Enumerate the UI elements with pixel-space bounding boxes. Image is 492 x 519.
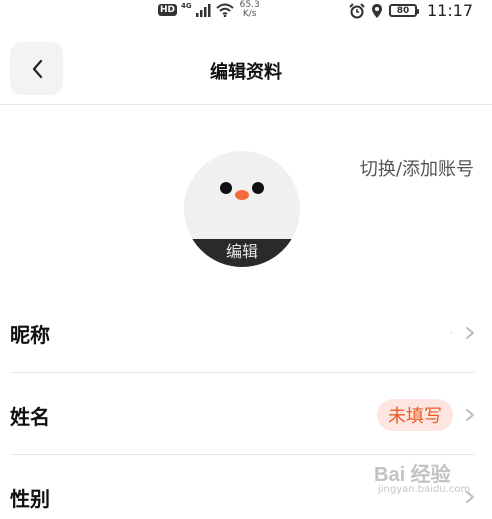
- row-divider: [10, 454, 475, 455]
- alarm-icon: [349, 2, 365, 18]
- row-name[interactable]: 姓名 未填写: [10, 393, 475, 437]
- row-value-nickname: ·: [449, 326, 475, 340]
- hd-badge: HD: [158, 4, 178, 16]
- row-divider: [10, 372, 475, 373]
- wifi-icon: [215, 3, 234, 17]
- nav-divider: [0, 104, 492, 105]
- row-label-name: 姓名: [10, 404, 50, 429]
- chevron-right-icon: [466, 491, 474, 503]
- row-value-gender: [453, 490, 475, 504]
- row-nickname[interactable]: 昵称 ·: [10, 311, 475, 355]
- row-label-nickname: 昵称: [10, 322, 50, 347]
- row-label-gender: 性别: [10, 486, 50, 511]
- status-bar: HD 4G 65.3 K/s 80 11:17: [0, 0, 492, 24]
- not-filled-badge: 未填写: [377, 399, 453, 431]
- signal-icon: [195, 4, 211, 17]
- avatar-edit-label[interactable]: 编辑: [184, 239, 300, 267]
- chevron-right-icon: [466, 327, 474, 339]
- speed-unit: K/s: [242, 9, 257, 19]
- nickname-value: ·: [449, 326, 453, 340]
- status-time: 11:17: [427, 1, 474, 20]
- avatar[interactable]: 编辑: [184, 151, 300, 267]
- chevron-right-icon: [466, 409, 474, 421]
- battery-indicator: 80: [389, 4, 419, 17]
- row-gender[interactable]: 性别: [10, 475, 475, 519]
- switch-account-link[interactable]: 切换/添加账号: [360, 155, 474, 181]
- location-icon: [372, 3, 382, 18]
- page-title: 编辑资料: [210, 62, 282, 83]
- network-speed: 65.3 K/s: [240, 1, 260, 19]
- row-value-name: 未填写: [377, 399, 475, 431]
- status-left: HD 4G 65.3 K/s: [158, 1, 260, 19]
- status-right: 80 11:17: [349, 1, 473, 20]
- network-type: 4G: [181, 2, 192, 10]
